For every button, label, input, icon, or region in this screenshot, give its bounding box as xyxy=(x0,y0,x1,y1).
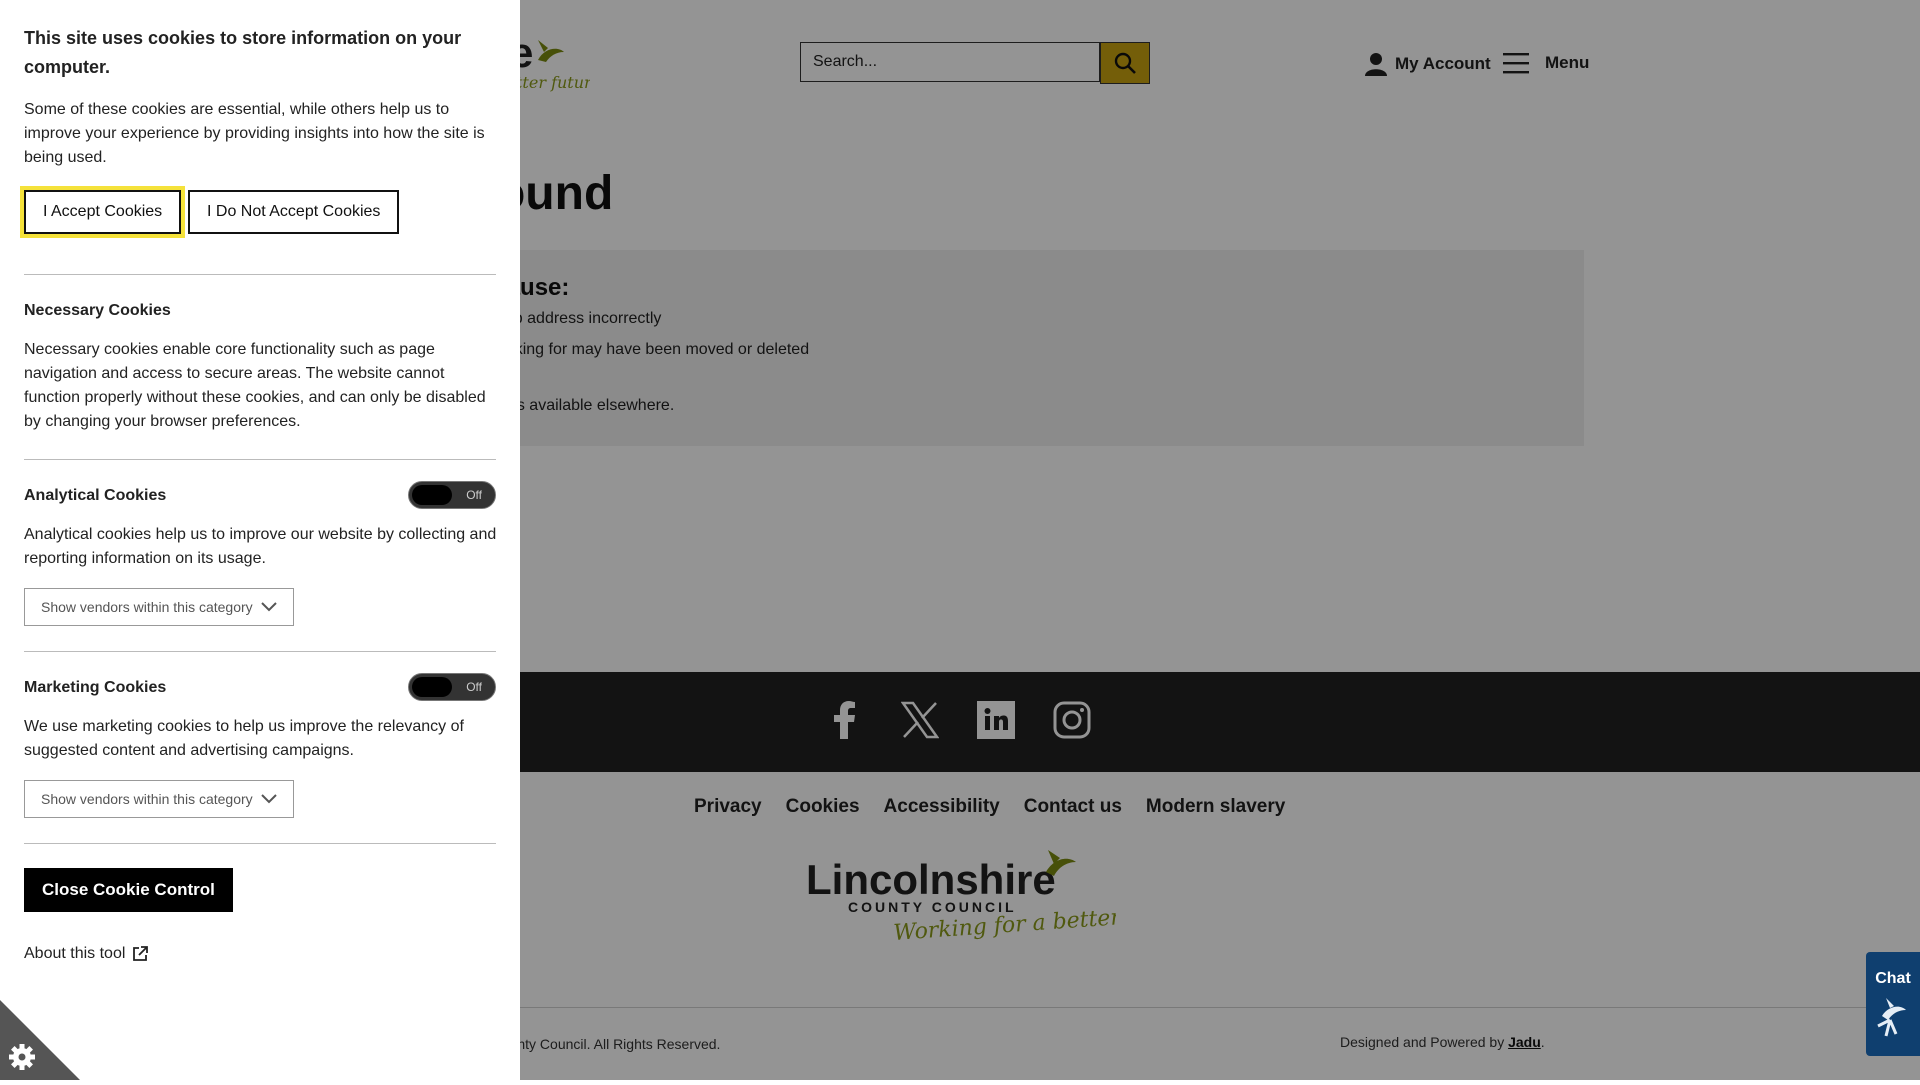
about-this-tool-link[interactable]: About this tool xyxy=(24,945,149,963)
divider xyxy=(24,843,496,844)
cookie-heading: This site uses cookies to store informat… xyxy=(24,28,462,77)
divider xyxy=(24,459,496,460)
about-label: About this tool xyxy=(24,945,126,962)
cookie-control-panel: This site uses cookies to store informat… xyxy=(0,0,520,1080)
analytical-cookies-text: Analytical cookies help us to improve ou… xyxy=(24,526,497,567)
imp-logo-icon xyxy=(1877,998,1906,1037)
toggle-state-label: Off xyxy=(466,680,482,694)
analytical-cookies-title: Analytical Cookies xyxy=(24,487,167,504)
marketing-cookies-text: We use marketing cookies to help us impr… xyxy=(24,718,464,759)
divider xyxy=(24,651,496,652)
toggle-knob xyxy=(412,485,452,505)
analytical-cookies-toggle[interactable]: Off xyxy=(408,481,496,509)
analytical-vendors-dropdown[interactable]: Show vendors within this category xyxy=(24,588,294,626)
necessary-cookies-text: Necessary cookies enable core functional… xyxy=(24,341,486,430)
accept-cookies-button[interactable]: I Accept Cookies xyxy=(19,186,186,238)
toggle-state-label: Off xyxy=(466,488,482,502)
vendors-label: Show vendors within this category xyxy=(41,791,253,807)
chat-label: Chat xyxy=(1875,970,1911,987)
marketing-cookies-toggle[interactable]: Off xyxy=(408,673,496,701)
toggle-knob xyxy=(412,677,452,697)
chevron-down-icon xyxy=(261,794,277,804)
cookie-control-toggle[interactable] xyxy=(0,1000,80,1080)
decline-cookies-button[interactable]: I Do Not Accept Cookies xyxy=(188,190,400,234)
close-cookie-control-button[interactable]: Close Cookie Control xyxy=(24,868,233,912)
gear-icon xyxy=(9,1044,35,1070)
necessary-cookies-title: Necessary Cookies xyxy=(24,302,171,319)
divider xyxy=(24,274,496,275)
marketing-cookies-title: Marketing Cookies xyxy=(24,679,167,696)
vendors-label: Show vendors within this category xyxy=(41,599,253,615)
marketing-vendors-dropdown[interactable]: Show vendors within this category xyxy=(24,780,294,818)
cookie-intro: Some of these cookies are essential, whi… xyxy=(24,101,485,166)
chevron-down-icon xyxy=(261,602,277,612)
chat-button[interactable]: Chat xyxy=(1866,952,1920,1056)
external-link-icon xyxy=(133,946,149,961)
